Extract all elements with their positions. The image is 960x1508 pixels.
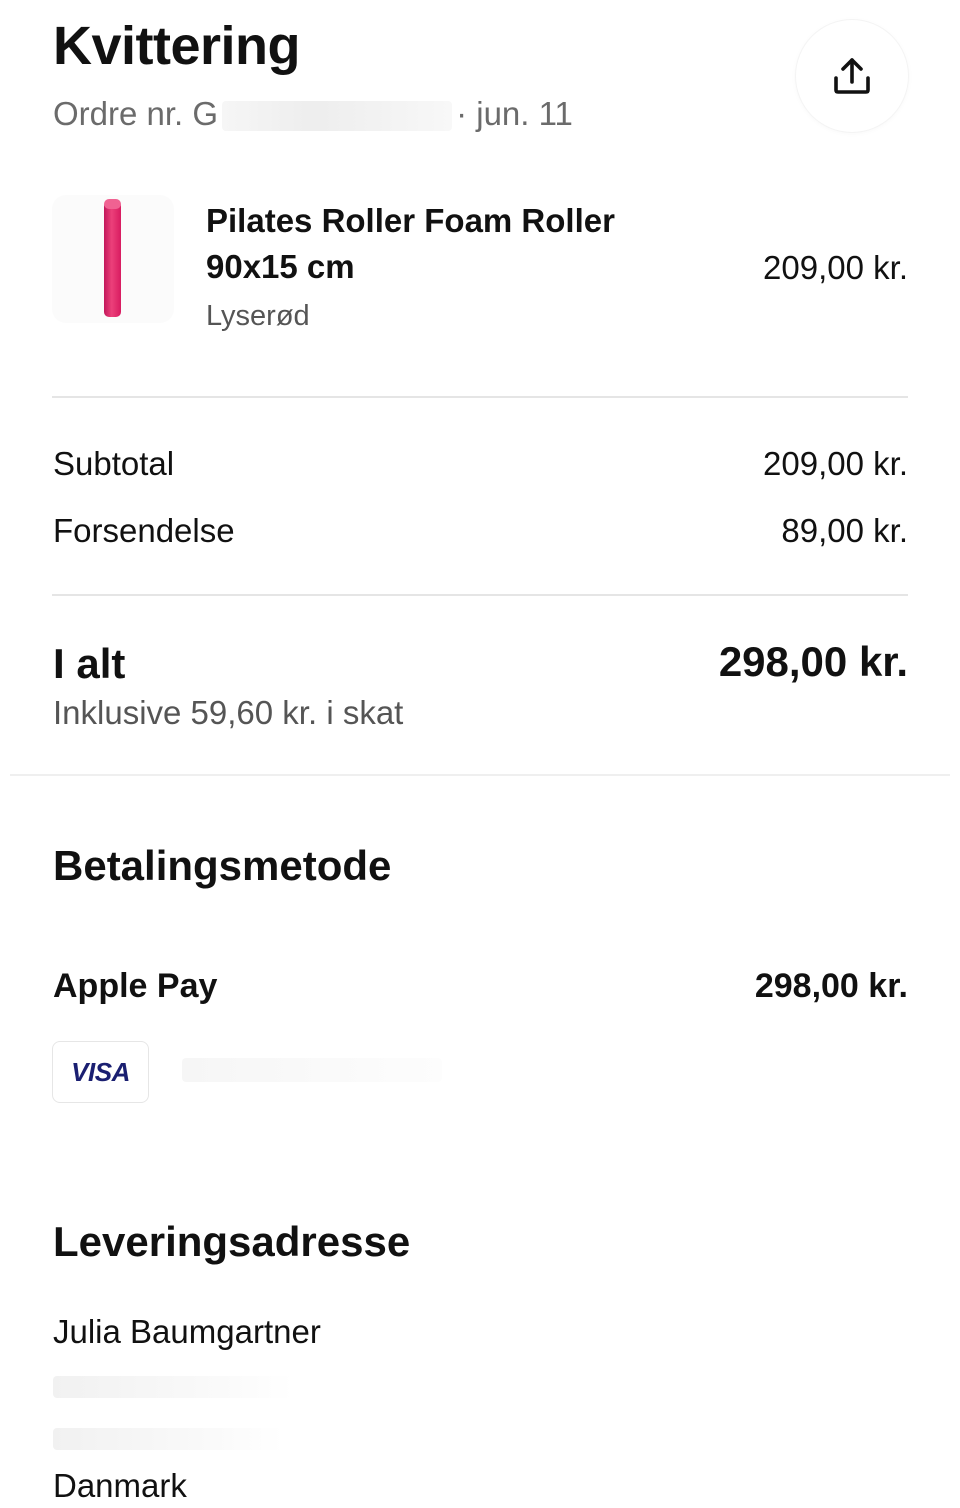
subtotal-value: 209,00 kr. bbox=[763, 445, 908, 482]
card-brand: VISA bbox=[71, 1056, 130, 1087]
shipping-value: 89,00 kr. bbox=[781, 512, 908, 549]
divider bbox=[52, 594, 908, 596]
product-name[interactable]: Pilates Roller Foam Roller 90x15 cm bbox=[206, 198, 646, 290]
product-price: 209,00 kr. bbox=[763, 249, 908, 286]
recipient-name: Julia Baumgartner bbox=[53, 1313, 321, 1350]
order-number-redacted bbox=[222, 101, 453, 132]
shipping-label: Forsendelse bbox=[53, 512, 235, 549]
total-value: 298,00 kr. bbox=[718, 638, 908, 685]
foam-roller-image bbox=[104, 201, 121, 317]
address-street-redacted bbox=[53, 1376, 293, 1398]
section-divider bbox=[10, 774, 950, 776]
share-button[interactable] bbox=[796, 20, 908, 132]
delivery-heading: Leveringsadresse bbox=[53, 1218, 411, 1265]
subtotal-label: Subtotal bbox=[53, 445, 175, 482]
product-variant: Lyserød bbox=[206, 300, 310, 332]
address-city-redacted bbox=[53, 1428, 283, 1450]
product-thumbnail[interactable] bbox=[52, 195, 174, 323]
total-label: I alt bbox=[53, 640, 126, 687]
payment-heading: Betalingsmetode bbox=[53, 842, 392, 889]
payment-method: Apple Pay bbox=[53, 967, 218, 1005]
foam-roller-cap bbox=[104, 199, 121, 209]
payment-amount: 298,00 kr. bbox=[754, 967, 908, 1005]
card-number-redacted bbox=[182, 1058, 442, 1082]
visa-card-icon: VISA bbox=[52, 1041, 149, 1103]
divider bbox=[52, 396, 908, 398]
order-separator: · bbox=[456, 95, 468, 132]
tax-note: Inklusive 59,60 kr. i skat bbox=[53, 694, 404, 731]
share-upload-icon bbox=[834, 58, 870, 94]
page-title: Kvittering bbox=[53, 16, 301, 76]
order-date: jun. 11 bbox=[476, 95, 573, 132]
recipient-country: Danmark bbox=[53, 1467, 187, 1504]
order-number-prefix: Ordre nr. G bbox=[53, 95, 219, 132]
order-info: Ordre nr. G · jun. 11 bbox=[53, 94, 573, 134]
